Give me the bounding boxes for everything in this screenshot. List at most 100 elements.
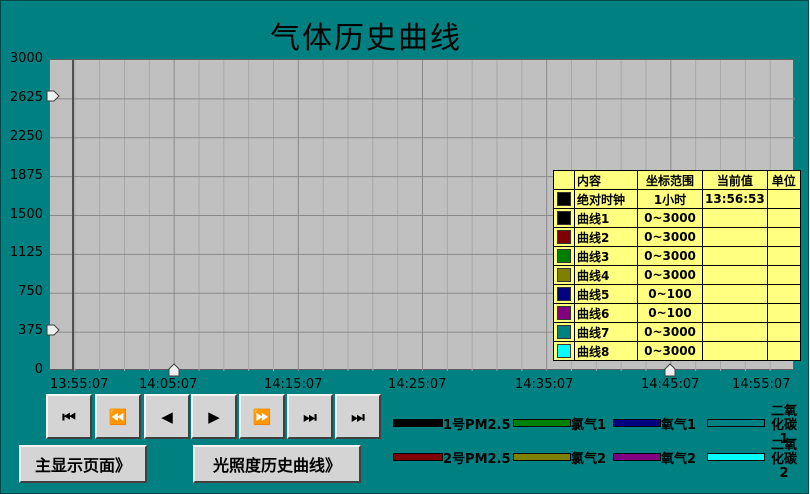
legend-value xyxy=(702,341,768,361)
legend-unit xyxy=(766,189,801,209)
light-history-button[interactable]: 光照度历史曲线》 xyxy=(193,445,361,483)
x-tick-label: 14:45:07 xyxy=(641,377,700,392)
legend-value: 13:56:53 xyxy=(702,189,768,209)
color-swatch-icon xyxy=(557,230,571,245)
legend-name: 曲线6 xyxy=(574,303,638,323)
legend-row[interactable]: 曲线4 0~3000 xyxy=(553,265,801,285)
legend-unit xyxy=(766,341,801,361)
series-swatch-icon xyxy=(707,453,765,461)
legend-name: 曲线5 xyxy=(574,284,638,304)
legend-name: 曲线4 xyxy=(574,265,638,285)
color-swatch-icon xyxy=(557,325,571,340)
page-title: 气体历史曲线 xyxy=(270,21,462,56)
legend-value xyxy=(702,208,768,228)
legend-name: 绝对时钟 xyxy=(574,189,638,209)
legend-value xyxy=(702,303,768,323)
x-tick-label: 14:55:07 xyxy=(732,377,791,392)
legend-name: 曲线3 xyxy=(574,246,638,266)
main-display-button[interactable]: 主显示页面》 xyxy=(19,445,147,483)
first-button[interactable]: ⏮ xyxy=(46,394,92,439)
legend-value xyxy=(702,284,768,304)
color-swatch-icon xyxy=(557,268,571,283)
series-swatch-icon xyxy=(513,453,571,461)
fast-back-button[interactable]: ⏪ xyxy=(95,394,141,439)
step-forward-icon: ▶ xyxy=(208,407,220,426)
legend-swatch xyxy=(553,341,575,361)
legend-name: 曲线1 xyxy=(574,208,638,228)
y-tick-label: 375 xyxy=(18,323,43,339)
legend-range: 0~100 xyxy=(637,303,703,323)
end-button[interactable]: ⏭ xyxy=(335,394,381,439)
skip-end-icon: ⏭ xyxy=(351,407,365,426)
legend-range: 0~3000 xyxy=(637,246,703,266)
fast-back-icon: ⏪ xyxy=(108,407,128,426)
legend-row[interactable]: 曲线2 0~3000 xyxy=(553,227,801,247)
gas-history-screen: 气体历史曲线 3000 2625 2250 1875 1500 1125 750 375 0 1… xyxy=(0,0,809,494)
legend-value xyxy=(702,227,768,247)
y-tick-label: 2625 xyxy=(9,89,43,105)
legend-row[interactable]: 曲线8 0~3000 xyxy=(553,341,801,361)
legend-unit xyxy=(766,227,801,247)
fast-forward-icon: ⏩ xyxy=(252,407,272,426)
legend-swatch xyxy=(553,303,575,323)
series-swatch-icon xyxy=(393,453,443,461)
legend-unit xyxy=(766,284,801,304)
legend-row[interactable]: 曲线7 0~3000 xyxy=(553,322,801,342)
x-end-marker-icon[interactable] xyxy=(663,363,677,377)
y-tick-label: 1125 xyxy=(9,245,43,261)
legend-swatch xyxy=(553,227,575,247)
y-tick-label: 1875 xyxy=(9,167,43,183)
series-swatch-icon xyxy=(613,453,661,461)
legend-header-unit: 单位 xyxy=(766,170,801,190)
x-start-marker-icon[interactable] xyxy=(167,363,181,377)
legend-unit xyxy=(766,322,801,342)
legend-value xyxy=(702,322,768,342)
fast-forward-button[interactable]: ⏩ xyxy=(239,394,285,439)
series-legend-label: 1号PM2.5 xyxy=(443,417,511,433)
color-swatch-icon xyxy=(557,249,571,264)
last-button[interactable]: ⏭ xyxy=(287,394,333,439)
legend-row[interactable]: 曲线1 0~3000 xyxy=(553,208,801,228)
legend-row[interactable]: 曲线5 0~100 xyxy=(553,284,801,304)
color-swatch-icon xyxy=(557,192,571,207)
back-button[interactable]: ◀ xyxy=(144,394,190,439)
series-swatch-icon xyxy=(707,419,765,427)
legend-unit xyxy=(766,303,801,323)
y-tick-label: 3000 xyxy=(9,51,43,66)
legend-name: 曲线2 xyxy=(574,227,638,247)
series-legend-label: 氯气1 xyxy=(571,417,607,433)
x-tick-label: 14:25:07 xyxy=(388,377,447,392)
color-swatch-icon xyxy=(557,211,571,226)
legend-value xyxy=(702,246,768,266)
forward-button[interactable]: ▶ xyxy=(191,394,237,439)
legend-header-value: 当前值 xyxy=(702,170,768,190)
y-min-marker-icon[interactable] xyxy=(46,323,60,337)
legend-unit xyxy=(766,265,801,285)
legend-swatch xyxy=(553,322,575,342)
x-tick-label: 14:35:07 xyxy=(515,377,574,392)
series-swatch-icon xyxy=(613,419,661,427)
series-swatch-icon xyxy=(393,419,443,427)
step-back-icon: ◀ xyxy=(161,407,173,426)
x-tick-label: 13:55:07 xyxy=(50,377,109,392)
series-legend-label: 氧气2 xyxy=(661,451,697,467)
legend-header-content: 内容 xyxy=(574,170,638,190)
legend-range: 0~3000 xyxy=(637,227,703,247)
y-tick-label: 1500 xyxy=(9,206,43,222)
x-tick-label: 14:15:07 xyxy=(264,377,323,392)
legend-name: 曲线7 xyxy=(574,322,638,342)
legend-swatch xyxy=(553,189,575,209)
color-swatch-icon xyxy=(557,344,571,359)
y-tick-label: 0 xyxy=(34,362,43,377)
skip-last-icon: ⏭ xyxy=(303,407,317,426)
legend-row[interactable]: 曲线3 0~3000 xyxy=(553,246,801,266)
y-tick-label: 2250 xyxy=(9,128,43,144)
series-legend-label: 2号PM2.5 xyxy=(443,451,511,467)
legend-range: 0~100 xyxy=(637,284,703,304)
y-max-marker-icon[interactable] xyxy=(46,89,60,103)
series-legend-label: 氧气1 xyxy=(661,417,697,433)
legend-row[interactable]: 曲线6 0~100 xyxy=(553,303,801,323)
legend-row[interactable]: 绝对时钟 1小时 13:56:53 xyxy=(553,189,801,209)
legend-swatch xyxy=(553,284,575,304)
color-swatch-icon xyxy=(557,306,571,321)
